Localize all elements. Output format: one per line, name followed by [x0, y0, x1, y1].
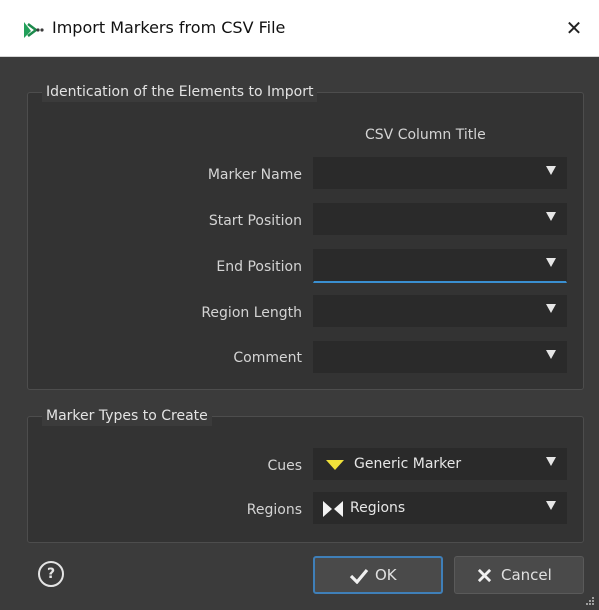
start-position-label: Start Position	[208, 213, 302, 229]
regions-value: Regions	[350, 500, 406, 516]
region-length-label: Region Length	[201, 305, 302, 321]
region-bowtie-icon	[323, 501, 343, 517]
cues-label: Cues	[267, 458, 302, 474]
regions-select[interactable]: Regions	[313, 492, 567, 524]
cues-value: Generic Marker	[354, 456, 462, 472]
marker-types-group-title: Marker Types to Create	[42, 406, 212, 426]
chevron-down-icon	[546, 212, 556, 221]
app-logo-icon	[24, 22, 44, 38]
window-title: Import Markers from CSV File	[52, 18, 286, 37]
comment-label: Comment	[233, 350, 302, 366]
region-length-select[interactable]	[313, 295, 567, 327]
ok-label: OK	[375, 566, 397, 584]
chevron-down-icon	[546, 166, 556, 175]
end-position-label: End Position	[216, 259, 302, 275]
regions-label: Regions	[246, 502, 302, 518]
end-position-select[interactable]	[313, 249, 567, 283]
help-button[interactable]: ?	[38, 561, 64, 587]
comment-select[interactable]	[313, 341, 567, 373]
import-markers-dialog: Import Markers from CSV File ✕ Identicat…	[0, 0, 599, 610]
chevron-down-icon	[546, 457, 556, 466]
ok-button[interactable]: OK	[313, 556, 443, 594]
cancel-label: Cancel	[501, 566, 552, 584]
title-bar[interactable]: Import Markers from CSV File ✕	[0, 0, 599, 57]
chevron-down-icon	[546, 258, 556, 267]
marker-name-select[interactable]	[313, 157, 567, 189]
start-position-select[interactable]	[313, 203, 567, 235]
csv-column-title-header: CSV Column Title	[365, 127, 486, 143]
cancel-button[interactable]: Cancel	[454, 556, 584, 594]
chevron-down-icon	[546, 501, 556, 510]
marker-name-label: Marker Name	[207, 167, 302, 183]
close-button[interactable]: ✕	[559, 14, 589, 42]
checkmark-icon	[349, 568, 369, 584]
identification-group-title: Identication of the Elements to Import	[42, 82, 318, 102]
chevron-down-icon	[546, 350, 556, 359]
resize-grip-icon[interactable]	[585, 596, 595, 606]
cues-select[interactable]: Generic Marker	[313, 448, 567, 480]
yellow-marker-triangle-icon	[326, 460, 344, 470]
x-icon	[477, 568, 492, 583]
chevron-down-icon	[546, 304, 556, 313]
